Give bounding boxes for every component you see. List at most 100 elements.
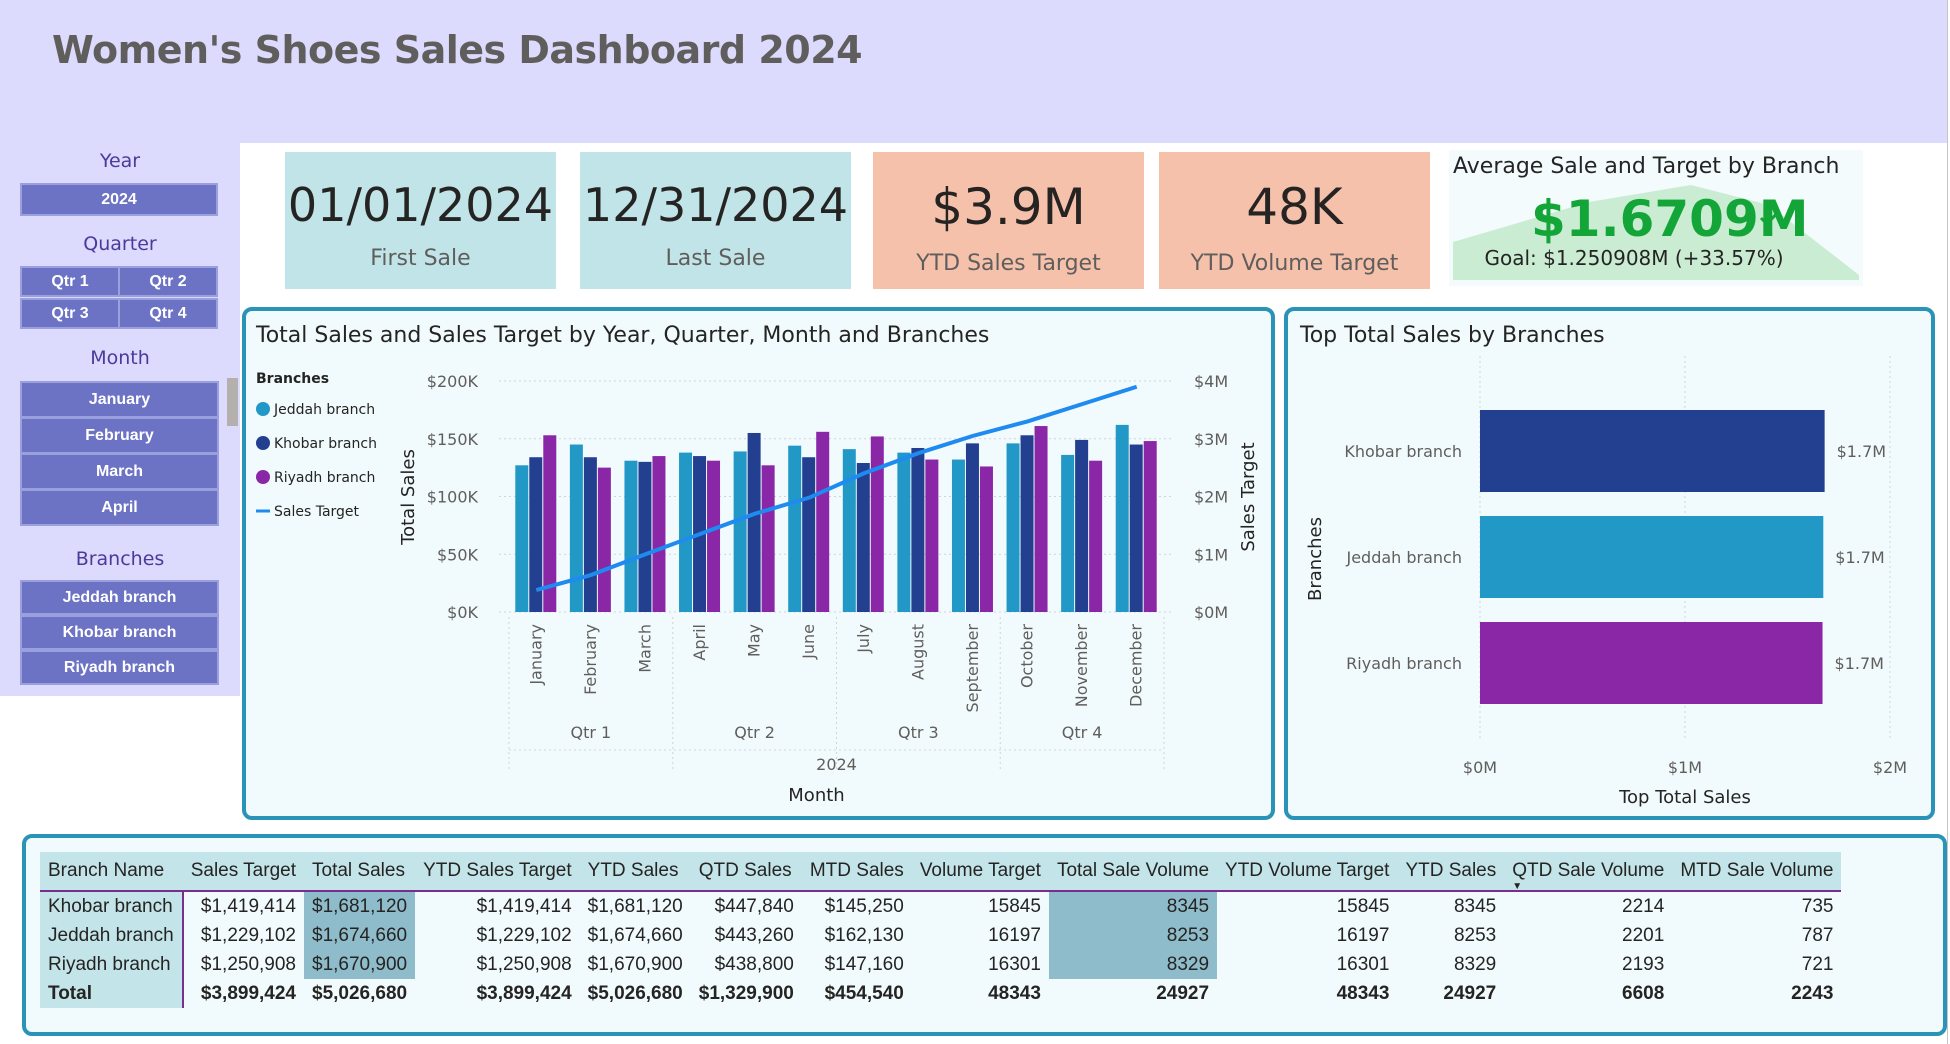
column-header-qtd-sale-volume[interactable]: QTD Sale Volume ▼ — [1504, 852, 1673, 892]
bar-riyadh-branch-july — [870, 436, 884, 612]
branch-slicer-riyadh[interactable]: Riyadh branch — [20, 650, 219, 685]
legend-label-riyadh-branch: Riyadh branch — [274, 470, 375, 486]
table-cell: $1,229,102 — [200, 924, 296, 946]
last-sale-card: 12/31/2024 Last Sale — [580, 152, 851, 289]
y-tick-label: $0K — [447, 603, 478, 622]
bar-khobar-branch-november — [1075, 439, 1089, 612]
table-cell: $145,250 — [824, 895, 904, 917]
table-cell: 6608 — [1622, 982, 1665, 1004]
year-slicer-2024[interactable]: 2024 — [20, 183, 218, 216]
column-header-total-sale-volume[interactable]: Total Sale Volume — [1048, 852, 1218, 892]
bar-khobar-branch-february — [583, 457, 597, 612]
column-header-volume-target[interactable]: Volume Target — [911, 852, 1049, 892]
x-tick-label: $0M — [1463, 758, 1497, 777]
column-header-ytd-sales-target[interactable]: YTD Sales Target — [415, 852, 580, 892]
quarter-label: Qtr 1 — [571, 723, 612, 742]
year-label: 2024 — [816, 755, 857, 774]
sales-table: Branch Name Sales Target Total Sales YTD Sa… — [40, 852, 1842, 1008]
last-sale-label: Last Sale — [665, 246, 766, 271]
y-tick-label: $100K — [427, 488, 479, 507]
column-header-ytd-sales[interactable]: YTD Sales — [1397, 852, 1505, 892]
column-header-mtd-sales[interactable]: MTD Sales — [801, 852, 912, 892]
table-cell: 8253 — [1453, 924, 1497, 946]
x-tick-label: July — [854, 624, 873, 654]
column-header-total-sales[interactable]: Total Sales — [304, 852, 416, 892]
branch-slicer-jeddah[interactable]: Jeddah branch — [20, 580, 219, 615]
table-cell: 16301 — [988, 953, 1041, 975]
table-cell: $1,681,120 — [304, 891, 416, 921]
ytd-volume-target-value: 48K — [1246, 178, 1343, 236]
table-cell: 24927 — [1443, 982, 1497, 1004]
x-tick-label: $2M — [1873, 758, 1907, 777]
column-header-mtd-sale-volume[interactable]: MTD Sale Volume — [1672, 852, 1842, 892]
quarter-slicer-qtr1[interactable]: Qtr 1 — [20, 266, 120, 297]
table-cell: 787 — [1801, 924, 1834, 946]
y-tick-label: $200K — [427, 372, 479, 391]
bar-riyadh-branch-march — [652, 456, 666, 612]
month-slicer-scrollbar[interactable] — [227, 378, 238, 426]
table-cell: $1,674,660 — [587, 924, 683, 946]
y2-tick-label: $4M — [1194, 372, 1228, 391]
last-sale-value: 12/31/2024 — [582, 178, 849, 232]
y2-tick-label: $1M — [1194, 545, 1228, 564]
column-header-ytd-sales[interactable]: YTD Sales — [579, 852, 691, 892]
table-cell: $5,026,680 — [312, 982, 408, 1004]
bar-khobar-branch-december — [1129, 444, 1143, 612]
table-row: Jeddah branch $1,229,102 $1,674,660 $1,229,… — [40, 921, 1841, 950]
table-cell: 2193 — [1622, 953, 1665, 975]
ytd-volume-target-label: YTD Volume Target — [1190, 251, 1399, 276]
column-header-branch-name[interactable]: Branch Name — [40, 852, 183, 892]
kpi-visual: Average Sale and Target by Branch $1.670… — [1449, 150, 1863, 286]
quarter-slicer-qtr4[interactable]: Qtr 4 — [118, 298, 218, 329]
column-header-qtd-sales[interactable]: QTD Sales — [690, 852, 802, 892]
data-label: $1.7M — [1837, 442, 1886, 461]
bar-khobar-branch — [1480, 410, 1825, 492]
y-tick-label: $150K — [427, 430, 479, 449]
bar-jeddah-branch-august — [897, 452, 911, 612]
legend-marker-riyadh-branch — [256, 470, 270, 484]
bar-jeddah-branch-january — [515, 465, 529, 612]
month-slicer-january[interactable]: January — [20, 381, 219, 418]
bar-jeddah-branch-april — [679, 452, 693, 612]
quarter-slicer-qtr2[interactable]: Qtr 2 — [118, 266, 218, 297]
table-cell: $1,419,414 — [476, 895, 572, 917]
x-tick-label: $1M — [1668, 758, 1702, 777]
x-tick-label: December — [1127, 624, 1146, 707]
table-cell: 16197 — [1336, 924, 1390, 946]
year-slicer-title: Year — [99, 150, 141, 172]
sort-descending-icon[interactable]: ▼ — [1512, 881, 1522, 892]
row-label: Khobar branch — [40, 891, 184, 921]
table-cell: $1,670,900 — [304, 950, 416, 979]
branches-slicer-title: Branches — [75, 548, 165, 570]
table-cell: 2214 — [1622, 895, 1665, 917]
month-slicer-february[interactable]: February — [20, 417, 219, 454]
branch-slicer-khobar[interactable]: Khobar branch — [20, 615, 219, 650]
column-header-ytd-volume-target[interactable]: YTD Volume Target — [1217, 852, 1398, 892]
table-cell: $447,840 — [714, 895, 794, 917]
table-cell: $1,329,900 — [698, 982, 794, 1004]
month-slicer-april[interactable]: April — [20, 489, 219, 526]
bar-khobar-branch-june — [802, 457, 816, 612]
table-cell: 735 — [1801, 895, 1834, 917]
bar-riyadh-branch-may — [761, 465, 775, 612]
table-cell: $438,800 — [714, 953, 794, 975]
y-tick-label: Khobar branch — [1344, 442, 1462, 461]
bar-jeddah-branch-february — [569, 444, 583, 612]
x-axis-title: Month — [788, 785, 844, 806]
x-tick-label: May — [745, 624, 764, 657]
table-cell: $5,026,680 — [587, 982, 683, 1004]
quarter-slicer-qtr3[interactable]: Qtr 3 — [20, 298, 120, 329]
x-tick-label: February — [581, 624, 600, 695]
y2-tick-label: $3M — [1194, 430, 1228, 449]
table-row: Khobar branch $1,419,414 $1,681,120 $1,419,… — [40, 891, 1841, 921]
x-tick-label: March — [635, 624, 654, 673]
checkmark-icon — [1759, 209, 1781, 227]
bar-riyadh-branch-february — [597, 467, 611, 612]
table-cell: 721 — [1801, 953, 1834, 975]
month-slicer-march[interactable]: March — [20, 453, 219, 490]
legend-title: Branches — [256, 371, 329, 387]
x-tick-label: November — [1072, 624, 1091, 708]
table-cell: 24927 — [1156, 982, 1210, 1004]
column-header-sales-target[interactable]: Sales Target — [182, 852, 304, 892]
y-axis-title: Total Sales — [398, 449, 419, 546]
